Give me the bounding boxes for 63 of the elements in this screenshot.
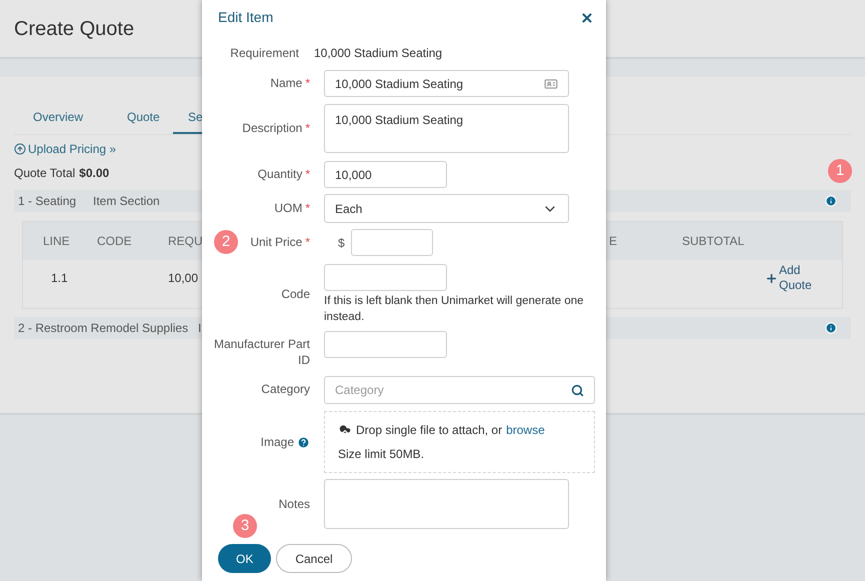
field-label: Category xyxy=(261,381,310,397)
field-label: Unit Price xyxy=(250,234,302,250)
section-name: 1 - Seating xyxy=(18,193,78,210)
input-field[interactable]: 10,000 xyxy=(324,161,447,188)
drop-prompt: Drop single file to attach, or xyxy=(356,422,502,439)
column-header: CODE xyxy=(97,234,132,248)
section-type: I xyxy=(198,320,202,337)
size-limit: Size limit 50MB. xyxy=(338,446,426,463)
required-asterisk: * xyxy=(305,120,310,136)
field-label: Quantity xyxy=(258,166,302,182)
contact-card-icon xyxy=(544,76,558,90)
notes-field[interactable] xyxy=(324,479,569,529)
callout-badge: 3 xyxy=(233,514,257,538)
quote-total-label: Quote Total xyxy=(14,165,76,182)
input-field[interactable] xyxy=(324,264,447,291)
field-label: Notes xyxy=(278,496,310,512)
required-asterisk: * xyxy=(305,200,310,216)
close-icon[interactable] xyxy=(580,10,594,24)
required-asterisk: * xyxy=(305,166,310,182)
requirement-value: 10,000 Stadium Seating xyxy=(314,45,442,62)
help-icon[interactable] xyxy=(297,436,310,448)
table-cell: 1.1 xyxy=(51,271,68,285)
tab[interactable]: Overview xyxy=(18,108,112,134)
plus-icon xyxy=(765,272,778,284)
description-field[interactable]: 10,000 Stadium Seating xyxy=(324,104,569,153)
info-icon[interactable] xyxy=(825,195,837,207)
name-field[interactable]: 10,000 Stadium Seating xyxy=(324,70,569,97)
field-label: Image xyxy=(260,434,294,450)
field-label: UOM xyxy=(274,200,302,216)
required-asterisk: * xyxy=(305,75,310,91)
field-label: Code xyxy=(281,286,310,302)
ok-button[interactable]: OK xyxy=(218,544,272,573)
info-icon[interactable] xyxy=(825,322,837,334)
page-title: Create Quote xyxy=(14,16,134,42)
quote-total-value: $0.00 xyxy=(79,165,110,182)
required-asterisk: * xyxy=(305,234,310,250)
callout-badge: 2 xyxy=(214,230,238,254)
search-icon xyxy=(571,384,584,396)
field-label: Description xyxy=(242,120,302,136)
input-field[interactable] xyxy=(324,331,447,358)
column-header: SUBTOTAL xyxy=(682,234,744,248)
field-label: Manufacturer Part ID xyxy=(212,336,310,368)
column-header: LINE xyxy=(43,234,70,248)
upload-icon xyxy=(14,143,26,155)
browse-link[interactable]: browse xyxy=(506,421,545,439)
column-header: REQU xyxy=(168,234,203,248)
unit-price-field[interactable] xyxy=(350,229,433,256)
upload-pricing-link[interactable]: Upload Pricing » xyxy=(28,140,116,158)
currency-symbol: $ xyxy=(337,234,345,252)
field-hint: If this is left blank then Unimarket will generate one instead. xyxy=(324,294,585,325)
section-name: 2 - Restroom Remodel Supplies xyxy=(18,320,190,337)
field-label: Name xyxy=(270,75,302,91)
section-type: Item Section xyxy=(93,193,160,210)
cancel-button[interactable]: Cancel xyxy=(276,544,352,573)
column-header: E xyxy=(609,234,618,248)
file-drop-area[interactable]: Drop single file to attach, or browse Size limit 50MB. xyxy=(324,411,595,473)
dialog-title: Edit Item xyxy=(218,8,274,27)
requirement-label: Requirement xyxy=(229,45,299,62)
uom-select[interactable]: Each xyxy=(324,194,569,223)
callout-badge: 1 xyxy=(828,159,852,183)
tab[interactable]: Quote xyxy=(112,108,173,134)
table-cell: 10,00 xyxy=(168,271,198,285)
add-quote-button[interactable]: Add Quote xyxy=(765,263,819,293)
